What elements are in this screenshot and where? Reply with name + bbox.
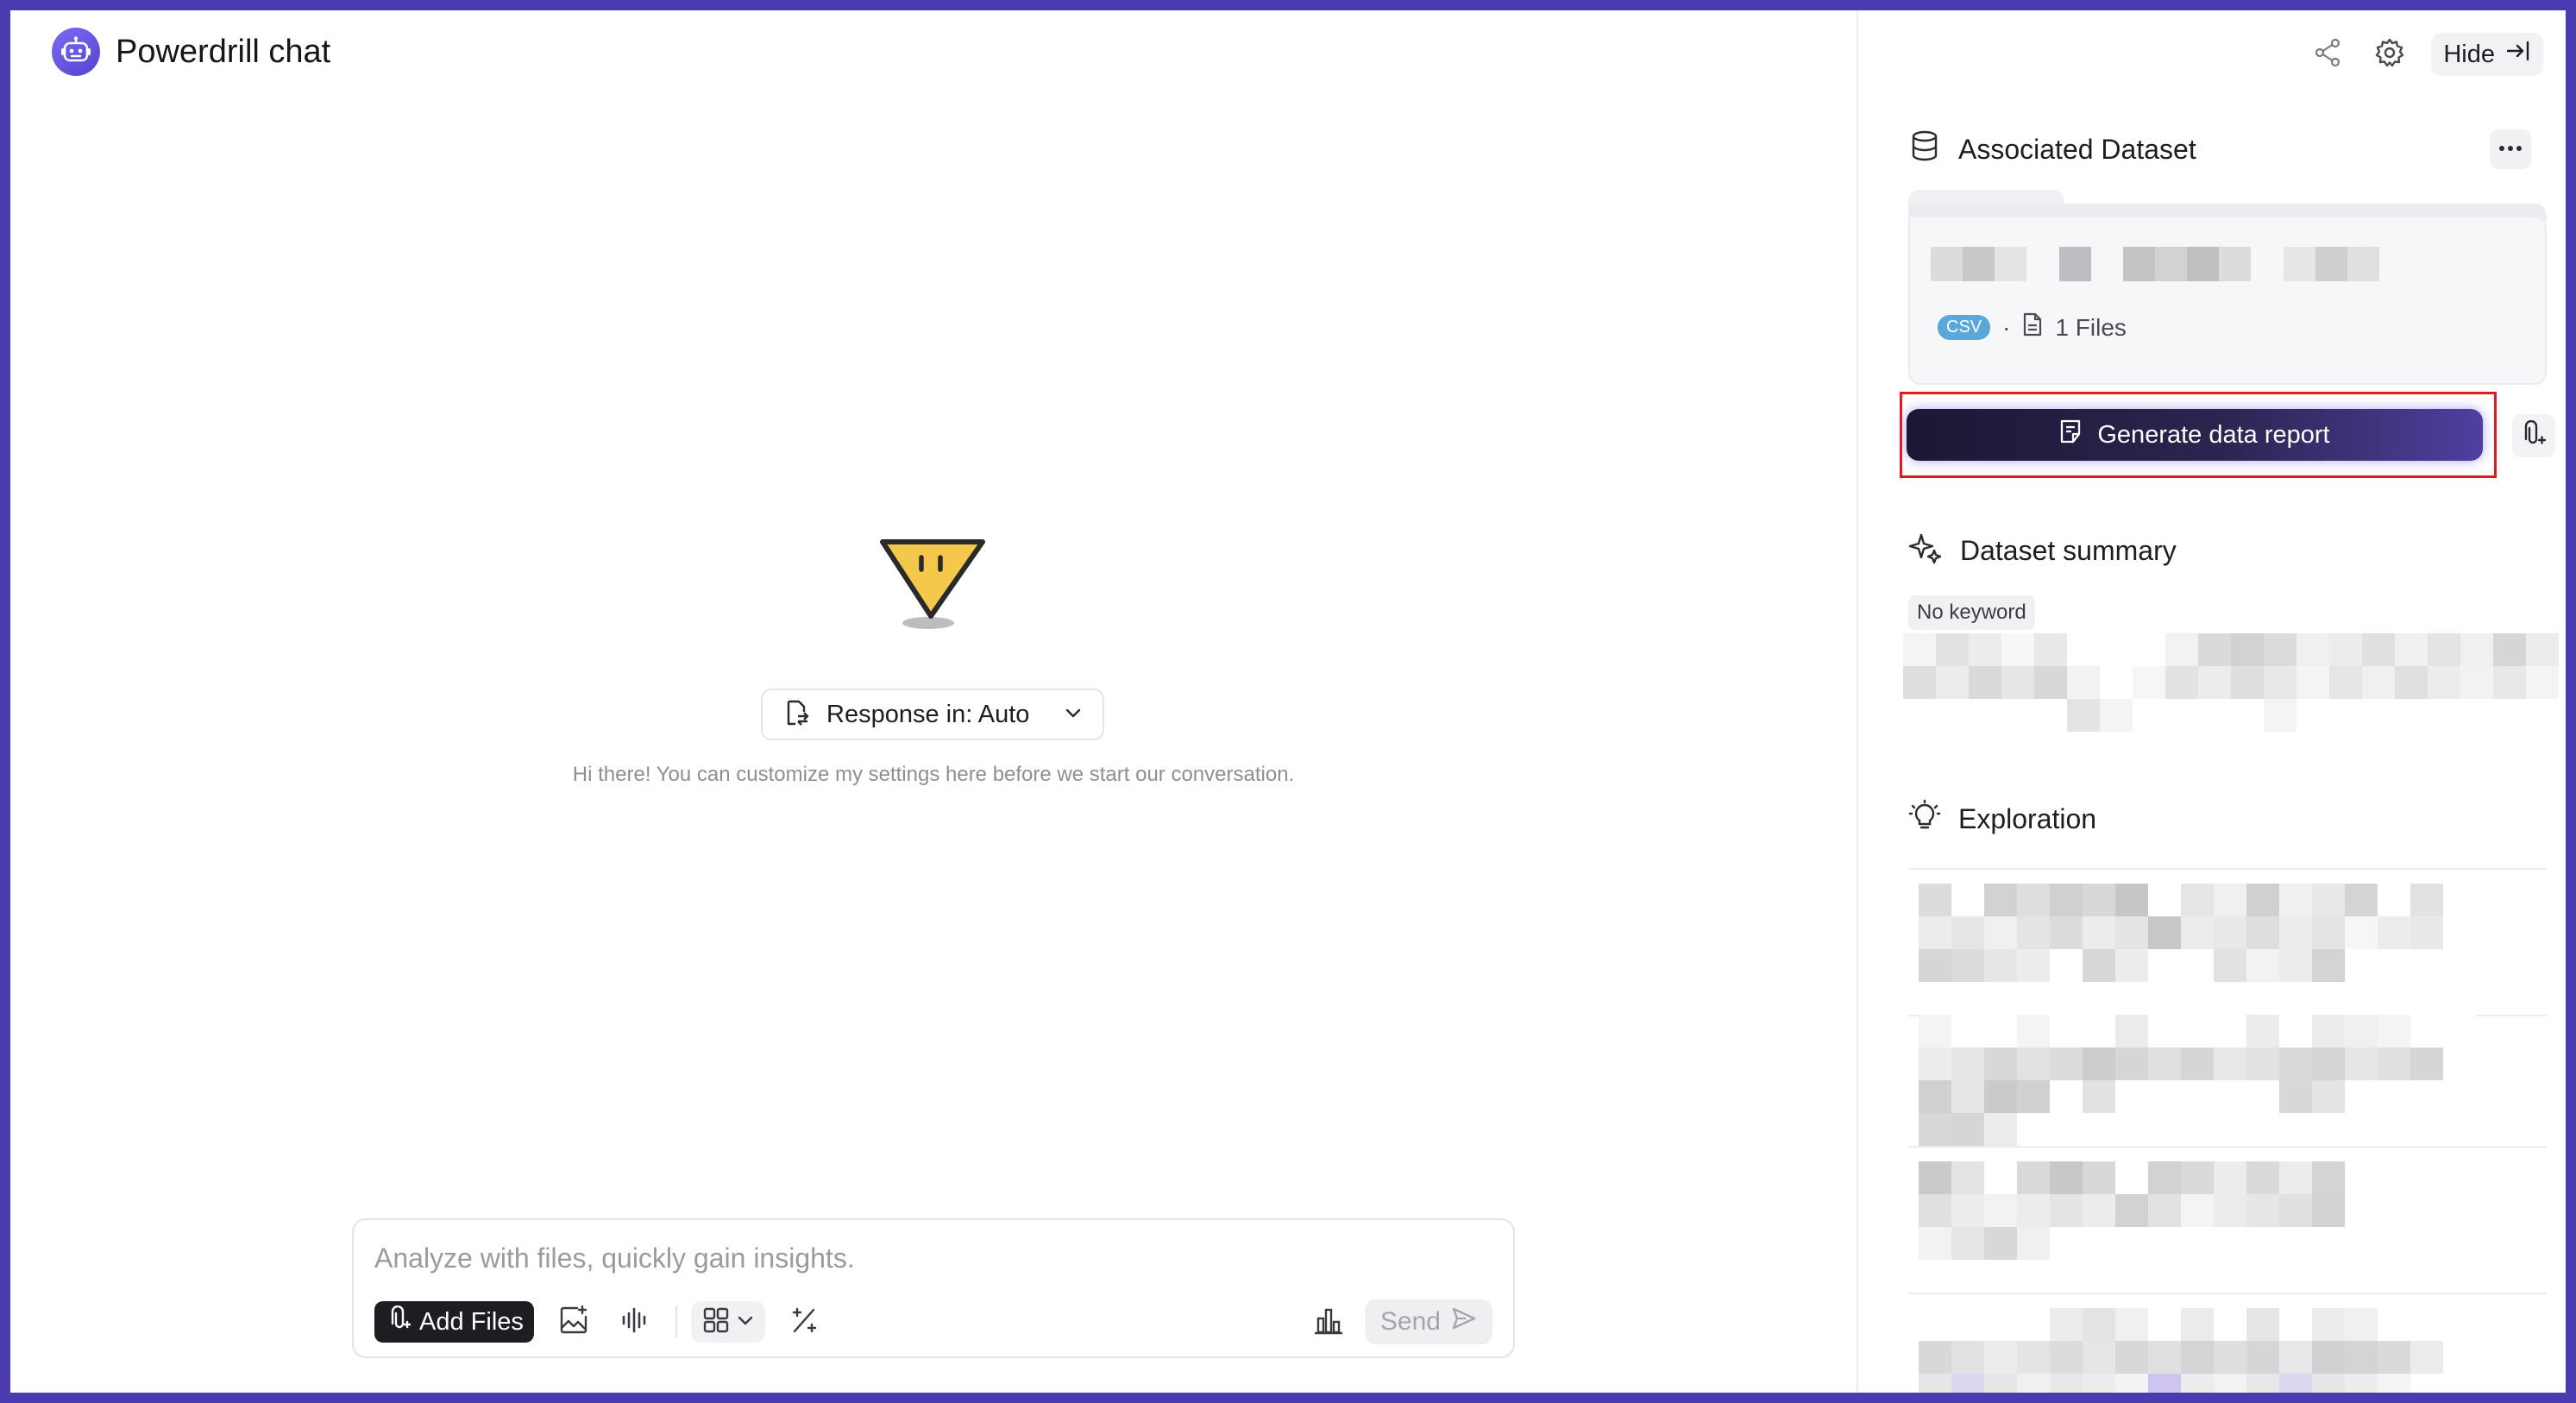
exploration-heading: Exploration [1908,799,2096,839]
grid-icon [701,1305,731,1339]
add-files-label: Add Files [419,1307,524,1336]
panel-header: Hide [2307,33,2543,76]
response-language-select[interactable]: Response in: Auto [761,689,1104,740]
apps-dropdown-button[interactable] [690,1301,765,1343]
dataset-side-panel: Hide Associated Dataset CSV · 1 Files Ge… [1857,10,2566,1393]
dataset-summary-heading: Dataset summary [1908,530,2177,571]
robot-icon [52,28,100,76]
message-composer: Add Files [352,1218,1515,1358]
share-button[interactable] [2307,34,2348,75]
add-image-button[interactable] [553,1301,594,1343]
generate-data-report-button[interactable]: Generate data report [1907,409,2483,461]
exploration-divider [1908,1146,2547,1148]
file-count: 1 Files [2055,313,2127,341]
chevron-down-icon [1063,702,1084,727]
exploration-item-redacted[interactable] [1919,1015,2476,1146]
paperclip-icon [2522,419,2547,452]
share-icon [2312,37,2343,72]
report-icon [2059,418,2083,451]
collapse-right-icon [2505,38,2531,71]
add-files-button[interactable]: Add Files [374,1301,534,1343]
send-icon [1451,1305,1477,1338]
magic-prompt-button[interactable] [784,1301,826,1343]
more-horizontal-icon [2497,142,2523,157]
hide-panel-button[interactable]: Hide [2431,33,2543,76]
settings-hint: Hi there! You can customize my settings … [572,763,1295,786]
chevron-down-icon [736,1311,755,1334]
sparkles-icon [1908,530,1943,571]
mascot-illustration [878,526,992,632]
gear-icon [2374,37,2405,72]
image-plus-icon [558,1305,589,1340]
associated-dataset-heading: Associated Dataset [1908,129,2196,169]
app-title: Powerdrill chat [116,33,331,70]
magic-wand-icon [789,1305,820,1340]
exploration-title: Exploration [1958,802,2097,834]
exploration-item-redacted[interactable] [1919,884,2476,982]
settings-button[interactable] [2369,34,2410,75]
response-select-label: Response in: Auto [826,700,1030,728]
audio-waveform-icon [620,1306,648,1338]
generate-label: Generate data report [2097,420,2330,449]
bar-chart-icon [1313,1305,1344,1340]
chart-mode-button[interactable] [1308,1301,1349,1343]
response-format-icon [782,698,811,732]
summary-text-redacted [1903,633,2559,732]
database-icon [1908,129,1941,169]
hide-label: Hide [2443,40,2495,68]
exploration-item-redacted[interactable] [1919,1308,2476,1393]
paperclip-icon [388,1305,412,1338]
toolbar-divider [675,1306,677,1337]
message-input[interactable] [374,1239,1410,1277]
composer-toolbar: Add Files Send [374,1299,1492,1344]
dataset-summary-title: Dataset summary [1960,534,2177,566]
dataset-name-redacted [1931,247,2379,281]
associated-dataset-title: Associated Dataset [1958,133,2196,165]
send-label: Send [1379,1307,1441,1336]
exploration-divider [1908,1293,2547,1294]
lightbulb-icon [1908,799,1941,839]
keyword-chip: No keyword [1908,595,2035,630]
file-icon [2022,312,2043,343]
dataset-meta: CSV · 1 Files [1938,312,2127,343]
dataset-more-button[interactable] [2490,129,2531,169]
csv-badge: CSV [1938,315,1991,340]
chat-area: Powerdrill chat Response in: Auto Hi the… [10,10,1857,1393]
exploration-divider [1908,868,2547,870]
dataset-card[interactable]: CSV · 1 Files [1908,190,2547,385]
attach-file-button[interactable] [2512,414,2555,457]
exploration-item-redacted[interactable] [1919,1161,2476,1260]
meta-separator: · [2002,313,2011,341]
composer-right-tools: Send [1308,1299,1492,1344]
app-window: Powerdrill chat Response in: Auto Hi the… [10,10,2566,1393]
folder-body: CSV · 1 Files [1908,216,2547,385]
send-button[interactable]: Send [1364,1299,1492,1344]
brand: Powerdrill chat [52,28,330,76]
voice-input-button[interactable] [613,1301,655,1343]
generate-report-row: Generate data report [1900,392,2555,478]
